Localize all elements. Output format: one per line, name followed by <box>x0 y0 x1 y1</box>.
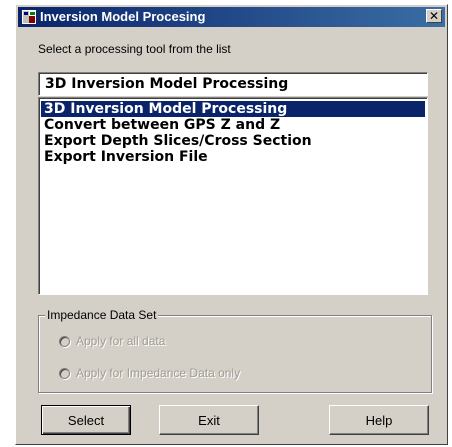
tool-listbox[interactable]: 3D Inversion Model Processing Convert be… <box>38 97 428 295</box>
instruction-label: Select a processing tool from the list <box>38 42 231 56</box>
list-item[interactable]: Export Inversion File <box>41 149 425 165</box>
radio-circle-icon[interactable] <box>59 335 70 347</box>
dialog-window: Inversion Model Procesing ✕ Select a pro… <box>15 4 448 445</box>
window-title: Inversion Model Procesing <box>40 9 206 24</box>
impedance-groupbox: Impedance Data Set Apply for all data Ap… <box>38 308 432 393</box>
list-item[interactable]: Convert between GPS Z and Z <box>41 117 425 133</box>
radio-apply-all-label: Apply for all data <box>76 334 166 348</box>
radio-circle-icon[interactable] <box>59 367 70 379</box>
help-button[interactable]: Help <box>329 405 429 435</box>
selected-tool-field[interactable]: 3D Inversion Model Processing <box>38 72 428 96</box>
select-button[interactable]: Select <box>41 405 131 435</box>
radio-apply-all[interactable]: Apply for all data <box>59 334 165 348</box>
radio-apply-impedance-only[interactable]: Apply for Impedance Data only <box>59 366 240 380</box>
close-icon: ✕ <box>428 9 440 23</box>
exit-button[interactable]: Exit <box>159 405 259 435</box>
close-button[interactable]: ✕ <box>426 9 442 23</box>
app-icon <box>22 10 36 24</box>
list-item[interactable]: 3D Inversion Model Processing <box>41 101 425 117</box>
title-bar[interactable]: Inversion Model Procesing ✕ <box>18 7 445 27</box>
list-item[interactable]: Export Depth Slices/Cross Section <box>41 133 425 149</box>
groupbox-title: Impedance Data Set <box>45 308 159 322</box>
radio-apply-impedance-only-label: Apply for Impedance Data only <box>76 366 241 380</box>
